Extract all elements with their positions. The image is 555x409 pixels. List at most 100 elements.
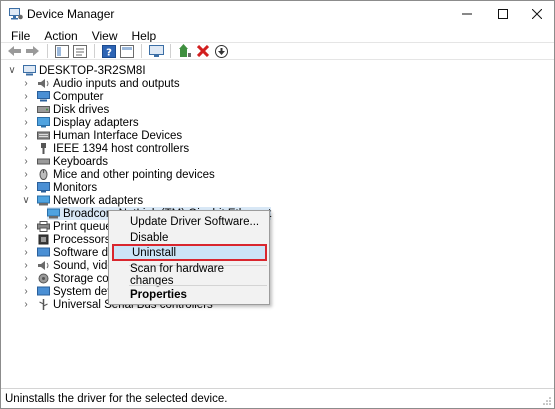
tree-item-label: Audio inputs and outputs bbox=[53, 77, 180, 90]
tree-item-disk-drives[interactable]: › Disk drives bbox=[21, 103, 109, 116]
expand-chevron-icon[interactable]: › bbox=[21, 143, 31, 154]
software-device-icon bbox=[37, 247, 50, 257]
menu-view[interactable]: View bbox=[85, 29, 125, 43]
expand-chevron-icon[interactable]: › bbox=[21, 182, 31, 193]
storage-controller-icon bbox=[38, 273, 49, 284]
properties-icon bbox=[73, 44, 87, 58]
speaker-icon bbox=[38, 79, 49, 88]
expand-chevron-icon[interactable]: › bbox=[21, 169, 31, 180]
close-icon bbox=[532, 9, 542, 19]
tree-item-label: Keyboards bbox=[53, 155, 108, 168]
close-button[interactable] bbox=[519, 1, 555, 27]
status-text: Uninstalls the driver for the selected d… bbox=[5, 392, 228, 405]
menu-help[interactable]: Help bbox=[125, 29, 164, 43]
expand-chevron-icon[interactable]: › bbox=[21, 234, 31, 245]
menu-file[interactable]: File bbox=[1, 29, 37, 43]
svg-text:?: ? bbox=[106, 47, 112, 58]
tree-item-display-adapters[interactable]: › Display adapters bbox=[21, 116, 138, 129]
disk-drive-icon bbox=[37, 106, 50, 113]
tree-view-icon bbox=[55, 44, 69, 58]
network-adapter-icon bbox=[47, 208, 60, 219]
expand-chevron-icon[interactable]: › bbox=[21, 130, 31, 141]
maximize-button[interactable] bbox=[485, 1, 521, 27]
expand-chevron-icon[interactable]: › bbox=[21, 221, 31, 232]
tree-item-ieee1394[interactable]: › IEEE 1394 host controllers bbox=[21, 142, 189, 155]
view-button[interactable] bbox=[119, 43, 135, 59]
uninstall-button[interactable] bbox=[195, 43, 211, 59]
help-icon: ? bbox=[102, 44, 116, 58]
menu-scan-hardware[interactable]: Scan for hardware changes bbox=[109, 263, 269, 287]
scan-download-icon bbox=[214, 44, 228, 58]
expand-chevron-icon[interactable]: › bbox=[21, 286, 31, 297]
tree-item-label: Mice and other pointing devices bbox=[53, 168, 215, 181]
tree-root-label: DESKTOP-3R2SM8I bbox=[39, 64, 146, 77]
tree-item-keyboards[interactable]: › Keyboards bbox=[21, 155, 108, 168]
expand-chevron-icon[interactable]: › bbox=[21, 299, 31, 310]
update-driver-icon bbox=[179, 44, 191, 57]
menu-properties[interactable]: Properties bbox=[109, 286, 269, 303]
expand-chevron-icon[interactable]: › bbox=[21, 247, 31, 258]
monitor-button[interactable] bbox=[148, 43, 164, 59]
back-button[interactable] bbox=[7, 43, 23, 59]
maximize-icon bbox=[498, 9, 508, 19]
tree-item-audio[interactable]: › Audio inputs and outputs bbox=[21, 77, 180, 90]
tree-item-network-adapters[interactable]: ∨ Network adapters bbox=[21, 194, 143, 207]
menu-update-driver[interactable]: Update Driver Software... bbox=[109, 213, 269, 230]
mouse-icon bbox=[39, 169, 48, 180]
tree-item-mice[interactable]: › Mice and other pointing devices bbox=[21, 168, 215, 181]
tree-item-hid[interactable]: › Human Interface Devices bbox=[21, 129, 182, 142]
scan-button[interactable] bbox=[213, 43, 229, 59]
expand-chevron-icon[interactable]: › bbox=[21, 156, 31, 167]
collapse-chevron-icon[interactable]: ∨ bbox=[21, 195, 31, 206]
toolbar: ? bbox=[1, 42, 554, 60]
system-device-icon bbox=[37, 286, 50, 296]
expand-chevron-icon[interactable]: › bbox=[21, 273, 31, 284]
resize-grip-icon[interactable] bbox=[542, 396, 552, 406]
menu-uninstall[interactable]: Uninstall bbox=[112, 244, 267, 261]
usb-icon bbox=[39, 299, 48, 310]
device-manager-icon bbox=[9, 8, 23, 20]
collapse-chevron-icon[interactable]: ∨ bbox=[7, 65, 17, 76]
properties-button[interactable] bbox=[72, 43, 88, 59]
computer-icon bbox=[37, 91, 50, 102]
printer-icon bbox=[37, 221, 50, 232]
speaker-icon bbox=[38, 261, 49, 270]
processor-icon bbox=[38, 234, 49, 245]
toolbar-separator bbox=[47, 44, 48, 58]
tree-item-label: Processors bbox=[53, 233, 111, 246]
expand-chevron-icon[interactable]: › bbox=[21, 104, 31, 115]
list-view-icon bbox=[120, 44, 134, 58]
forward-arrow-icon bbox=[26, 46, 39, 56]
tree-root[interactable]: ∨ DESKTOP-3R2SM8I bbox=[7, 64, 146, 77]
tree-item-computer[interactable]: › Computer bbox=[21, 90, 103, 103]
uninstall-x-icon bbox=[197, 45, 209, 57]
hid-icon bbox=[37, 131, 50, 140]
monitor-icon bbox=[148, 44, 164, 57]
device-manager-window: Device Manager File Action View Help ? ∨… bbox=[0, 0, 555, 409]
tree-item-label: IEEE 1394 host controllers bbox=[53, 142, 190, 155]
tree-item-print-queues[interactable]: › Print queues bbox=[21, 220, 117, 233]
tree-item-monitors[interactable]: › Monitors bbox=[21, 181, 97, 194]
toolbar-separator bbox=[170, 44, 171, 58]
monitor-icon bbox=[37, 182, 50, 193]
show-hide-tree-button[interactable] bbox=[54, 43, 70, 59]
minimize-button[interactable] bbox=[449, 1, 485, 27]
help-button[interactable]: ? bbox=[101, 43, 117, 59]
expand-chevron-icon[interactable]: › bbox=[21, 117, 31, 128]
menu-action[interactable]: Action bbox=[37, 29, 84, 43]
context-menu: Update Driver Software... Disable Uninst… bbox=[108, 210, 270, 305]
update-driver-button[interactable] bbox=[177, 43, 193, 59]
expand-chevron-icon[interactable]: › bbox=[21, 260, 31, 271]
device-tree: ∨ DESKTOP-3R2SM8I › Audio inputs and out… bbox=[1, 61, 554, 388]
back-arrow-icon bbox=[8, 46, 21, 56]
status-bar: Uninstalls the driver for the selected d… bbox=[1, 388, 554, 408]
expand-chevron-icon[interactable]: › bbox=[21, 91, 31, 102]
tree-item-label: Monitors bbox=[53, 181, 98, 194]
toolbar-separator bbox=[94, 44, 95, 58]
toolbar-separator bbox=[141, 44, 142, 58]
tree-item-processors[interactable]: › Processors bbox=[21, 233, 111, 246]
display-adapter-icon bbox=[37, 117, 50, 128]
forward-button[interactable] bbox=[25, 43, 41, 59]
expand-chevron-icon[interactable]: › bbox=[21, 78, 31, 89]
tree-item-label: Disk drives bbox=[53, 103, 110, 116]
